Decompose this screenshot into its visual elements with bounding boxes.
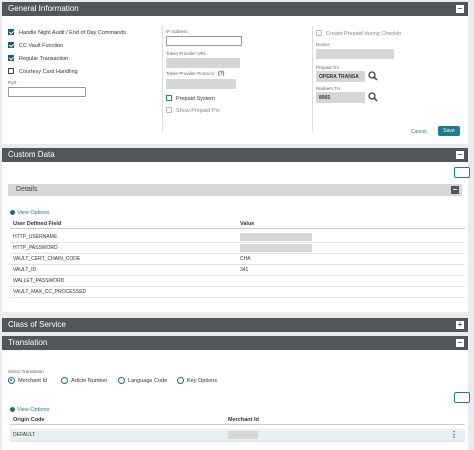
redeem-trx-field[interactable]: 8065	[316, 92, 365, 103]
cc-vault-label: CC Vault Function	[19, 43, 64, 49]
edit-tab[interactable]	[454, 392, 470, 403]
search-icon[interactable]	[368, 71, 378, 81]
device-label: Device	[316, 42, 330, 47]
article-number-label: Article Number	[71, 378, 108, 384]
help-icon[interactable]: (?)	[218, 71, 224, 77]
field-cell: VAULT_ID	[13, 267, 37, 273]
general-information-header[interactable]: General Information −	[2, 2, 468, 16]
device-field[interactable]	[316, 49, 394, 59]
origin-code-cell: DEFAULT	[13, 432, 36, 438]
field-cell: VAULT_MAX_CC_PROCESSED	[13, 289, 87, 295]
view-options-icon	[10, 210, 15, 215]
regular-transaction-label: Regular Transaction	[19, 56, 69, 62]
select-translation-label: Select Translation	[8, 369, 44, 374]
details-header[interactable]: Details −	[8, 184, 462, 196]
courtesy-card-checkbox[interactable]	[8, 68, 14, 74]
value-cell: CHA	[240, 256, 251, 262]
more-actions-icon[interactable]: ⋮	[450, 431, 458, 439]
ip-address-label: IP Address	[166, 29, 188, 34]
prepaid-trx-field[interactable]: OPERA TRANSA	[316, 71, 365, 82]
general-information-title: General Information	[8, 4, 79, 13]
show-prepaid-pin-checkbox[interactable]	[166, 107, 172, 113]
token-protocol-field[interactable]	[166, 79, 236, 89]
collapse-icon[interactable]: −	[451, 186, 459, 194]
expand-icon[interactable]: +	[456, 321, 464, 329]
create-prepaid-label: Create Prepaid during Checkin	[326, 31, 402, 37]
key-options-radio[interactable]	[177, 377, 184, 384]
prepaid-system-label: Prepaid System	[176, 96, 215, 102]
merchant-id-cell[interactable]	[228, 431, 258, 439]
save-button[interactable]: Save	[438, 126, 460, 136]
port-input[interactable]	[8, 87, 86, 97]
table-row[interactable]: WALLET_PASSWORD	[10, 276, 465, 287]
token-url-field[interactable]	[166, 58, 240, 68]
courtesy-card-label: Courtesy Card Handling	[19, 69, 78, 75]
table-header: User Defined Field Value	[10, 220, 465, 229]
edit-tab[interactable]	[454, 167, 470, 178]
token-protocol-label: Token Provider Protocol	[166, 71, 214, 76]
view-options-icon	[10, 407, 15, 412]
class-of-service-title: Class of Service	[8, 320, 66, 329]
class-of-service-header[interactable]: Class of Service +	[2, 318, 468, 332]
prepaid-trx-label: Prepaid Trx	[316, 65, 340, 70]
table-row[interactable]: HTTP_USERNAME	[10, 232, 465, 243]
translation-header[interactable]: Translation −	[2, 336, 468, 350]
custom-data-card: Details − View Options User Defined Fiel…	[2, 162, 470, 312]
column-divider	[312, 26, 313, 132]
field-cell: WALLET_PASSWORD	[13, 278, 65, 284]
port-label: Port	[8, 80, 17, 85]
collapse-icon[interactable]: −	[456, 339, 464, 347]
field-cell: HTTP_PASSWORD	[13, 245, 58, 251]
col-merchant-id: Merchant Id	[228, 417, 259, 423]
collapse-icon[interactable]: −	[456, 151, 464, 159]
custom-data-title: Custom Data	[8, 150, 55, 159]
field-cell: HTTP_USERNAME	[13, 234, 58, 240]
show-prepaid-pin-label: Show Prepaid Pin	[176, 108, 220, 114]
merchant-id-radio[interactable]	[8, 377, 15, 384]
key-options-label: Key Options	[187, 378, 217, 384]
cc-vault-checkbox[interactable]	[8, 42, 14, 48]
table-row[interactable]: VAULT_CERT_CHAIN_CODE CHA	[10, 254, 465, 265]
table-row[interactable]: DEFAULT ⋮	[10, 429, 465, 442]
merchant-id-label: Merchant Id	[18, 378, 48, 384]
ip-address-input[interactable]	[166, 36, 242, 46]
view-options-link[interactable]: View Options	[17, 407, 49, 413]
table-row[interactable]: VAULT_MAX_CC_PROCESSED	[10, 287, 465, 298]
translation-title: Translation	[8, 338, 48, 347]
col-origin-code: Origin Code	[13, 417, 45, 423]
view-options-link[interactable]: View Options	[17, 210, 49, 216]
search-icon[interactable]	[368, 92, 378, 102]
create-prepaid-checkbox[interactable]	[316, 30, 322, 36]
redeem-trx-label: Redeem Trx	[316, 86, 341, 91]
col-user-defined-field: User Defined Field	[13, 221, 62, 227]
general-information-card: Handle Night Audit / End of Day Commands…	[2, 16, 468, 144]
token-url-label: Token Provider URL	[166, 51, 207, 56]
language-code-radio[interactable]	[118, 377, 125, 384]
value-cell: 341	[240, 267, 249, 273]
value-cell[interactable]	[240, 244, 312, 252]
field-cell: VAULT_CERT_CHAIN_CODE	[13, 256, 81, 262]
column-divider	[162, 26, 163, 132]
regular-transaction-checkbox[interactable]	[8, 55, 14, 61]
collapse-icon[interactable]: −	[456, 5, 464, 13]
night-audit-label: Handle Night Audit / End of Day Commands	[19, 30, 127, 36]
prepaid-system-checkbox[interactable]	[166, 95, 172, 101]
value-cell[interactable]	[240, 233, 312, 241]
table-header: Origin Code Merchant Id	[10, 416, 465, 425]
article-number-radio[interactable]	[61, 377, 68, 384]
language-code-label: Language Code	[128, 378, 168, 384]
custom-data-header[interactable]: Custom Data −	[2, 148, 468, 162]
night-audit-checkbox[interactable]	[8, 29, 14, 35]
cancel-button[interactable]: Cancel	[411, 129, 427, 135]
translation-card: Select Translation Merchant Id Article N…	[2, 350, 470, 450]
details-title: Details	[16, 186, 38, 193]
table-row[interactable]: HTTP_PASSWORD	[10, 243, 465, 254]
table-row[interactable]: VAULT_ID 341	[10, 265, 465, 276]
col-value: Value	[240, 221, 255, 227]
